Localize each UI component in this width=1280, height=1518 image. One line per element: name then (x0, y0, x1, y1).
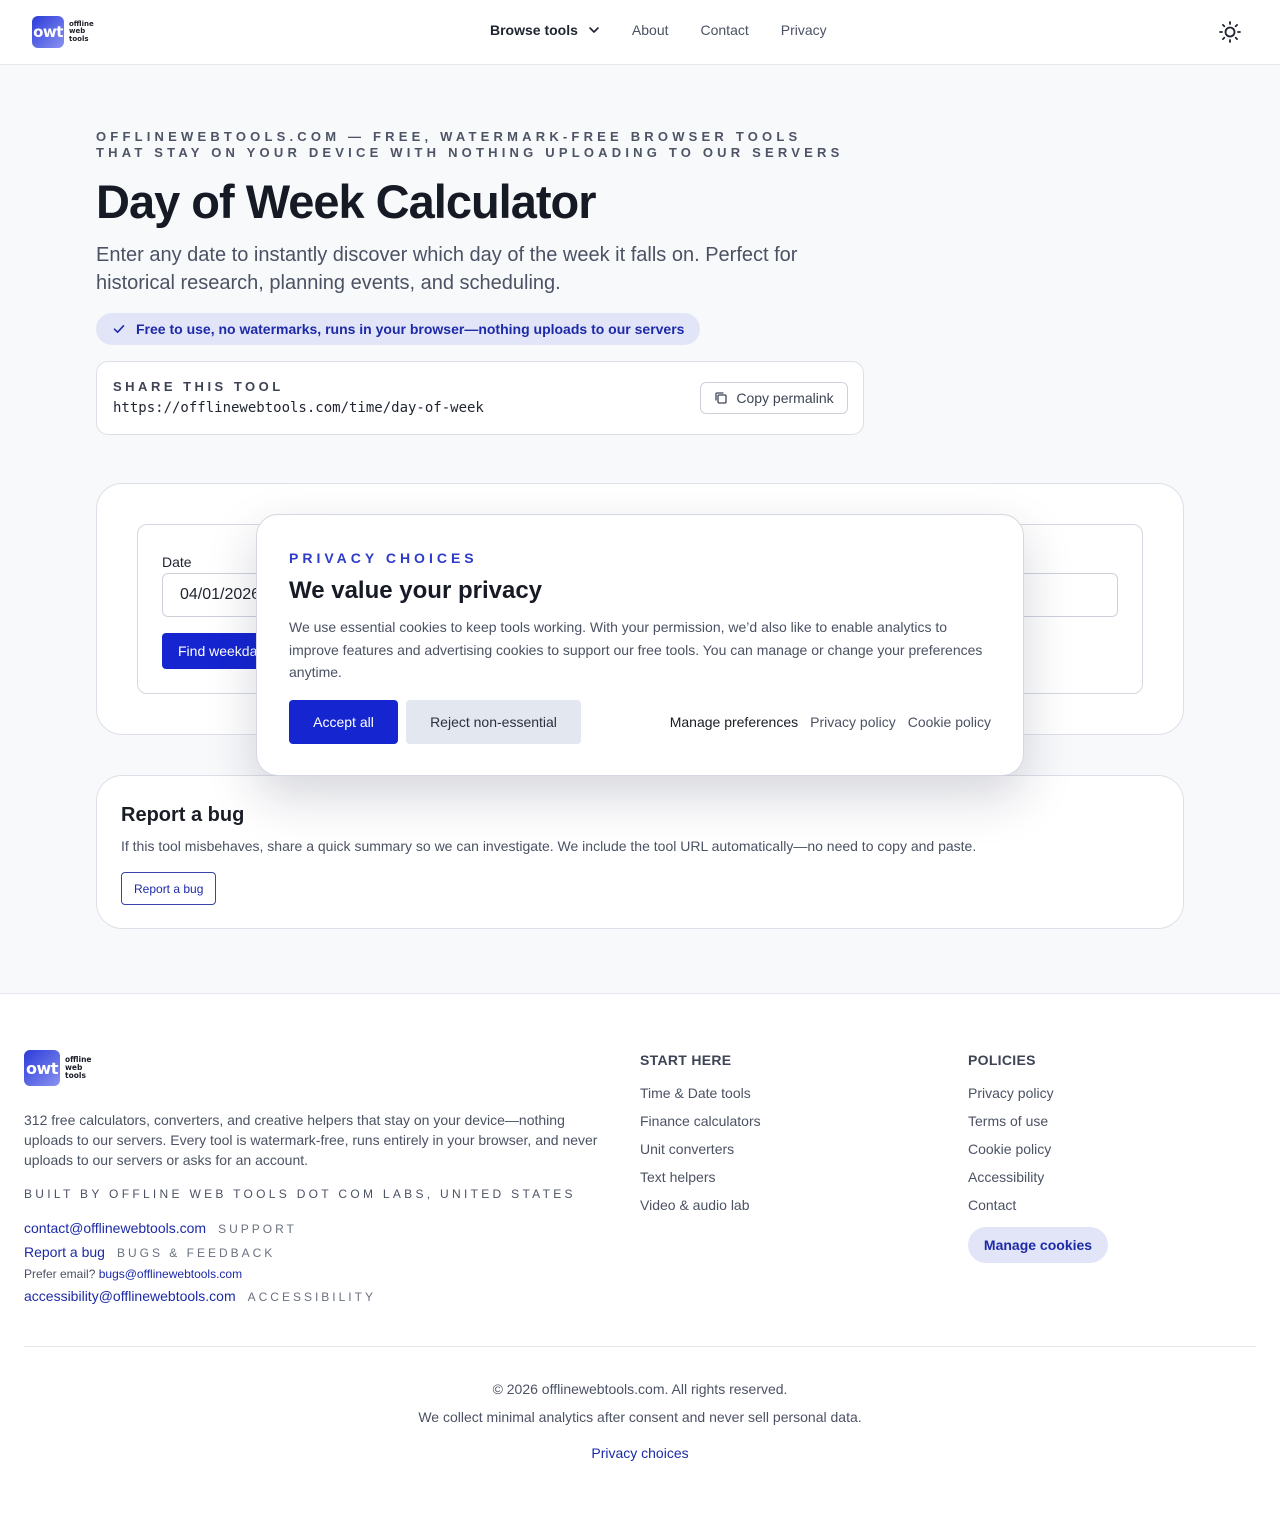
logo-wordmark: offline web tools (65, 1056, 92, 1080)
site-footer: owt offline web tools 312 free calculato… (0, 993, 1280, 1518)
nav-contact[interactable]: Contact (701, 22, 749, 38)
check-icon (113, 325, 125, 333)
footer-built-by: BUILT BY OFFLINE WEB TOOLS DOT COM LABS,… (24, 1187, 576, 1201)
report-tag: BUGS & FEEDBACK (116, 1246, 276, 1260)
manage-cookies-button[interactable]: Manage cookies (968, 1227, 1108, 1263)
footer-report-bug-link[interactable]: Report a bug (24, 1244, 105, 1260)
footer-accessibility-row: accessibility@offlinewebtools.com ACCESS… (24, 1288, 376, 1304)
prefer-email-label: Prefer email? (24, 1267, 96, 1281)
contact-tag: SUPPORT (218, 1222, 297, 1236)
logo-line: tools (69, 34, 89, 43)
report-description: If this tool misbehaves, share a quick s… (121, 838, 977, 854)
logo-line: tools (65, 1071, 86, 1080)
cookie-consent-dialog: PRIVACY CHOICES We value your privacy We… (256, 514, 1024, 776)
accessibility-email-link[interactable]: accessibility@offlinewebtools.com (24, 1288, 236, 1304)
modal-links: Manage preferences Privacy policy Cookie… (670, 714, 991, 730)
privacy-policy-link[interactable]: Privacy policy (810, 714, 896, 730)
logo-badge: owt (24, 1050, 60, 1086)
site-logo[interactable]: owt offline web tools (32, 16, 94, 48)
policies-heading: POLICIES (968, 1052, 1036, 1068)
footer-prefer-email: Prefer email? bugs@offlinewebtools.com (24, 1267, 242, 1281)
policies-list: Privacy policy Terms of use Cookie polic… (968, 1083, 1054, 1223)
theme-toggle-button[interactable] (1218, 20, 1242, 44)
analytics-note: We collect minimal analytics after conse… (418, 1409, 862, 1425)
logo-badge: owt (32, 16, 64, 48)
cookie-policy-link[interactable]: Cookie policy (908, 714, 991, 730)
footer-link[interactable]: Cookie policy (968, 1139, 1054, 1167)
report-bug-button[interactable]: Report a bug (121, 872, 217, 905)
copy-permalink-button[interactable]: Copy permalink (700, 382, 848, 414)
copyright: © 2026 offlinewebtools.com. All rights r… (492, 1381, 788, 1397)
start-here-list: Time & Date tools Finance calculators Un… (640, 1083, 761, 1223)
modal-eyebrow: PRIVACY CHOICES (289, 550, 478, 566)
report-title: Report a bug (121, 804, 245, 826)
date-label: Date (162, 554, 192, 570)
copy-permalink-label: Copy permalink (736, 390, 834, 406)
manage-preferences-link[interactable]: Manage preferences (670, 714, 798, 730)
accessibility-tag: ACCESSIBILITY (247, 1290, 376, 1304)
share-label: SHARE THIS TOOL (113, 379, 284, 394)
hero-eyebrow: OFFLINEWEBTOOLS.COM — FREE, WATERMARK-FR… (96, 129, 844, 160)
privacy-choices-link[interactable]: Privacy choices (0, 1445, 1280, 1461)
footer-description: 312 free calculators, converters, and cr… (24, 1112, 598, 1168)
report-bug-card: Report a bug If this tool misbehaves, sh… (96, 775, 1184, 929)
browse-tools-label: Browse tools (490, 22, 578, 38)
accept-all-button[interactable]: Accept all (289, 700, 398, 744)
copy-icon (715, 392, 728, 404)
footer-link[interactable]: Text helpers (640, 1167, 761, 1195)
chevron-down-icon (589, 27, 599, 33)
footer-link[interactable]: Unit converters (640, 1139, 761, 1167)
footer-link[interactable]: Contact (968, 1195, 1054, 1223)
contact-email-link[interactable]: contact@offlinewebtools.com (24, 1220, 206, 1236)
footer-link[interactable]: Privacy policy (968, 1083, 1054, 1111)
footer-link[interactable]: Time & Date tools (640, 1083, 761, 1111)
reject-non-essential-button[interactable]: Reject non-essential (406, 700, 581, 744)
logo-wordmark: offline web tools (69, 20, 94, 44)
nav-privacy[interactable]: Privacy (781, 22, 827, 38)
free-badge-text: Free to use, no watermarks, runs in your… (136, 321, 685, 337)
footer-report-row: Report a bug BUGS & FEEDBACK (24, 1244, 275, 1260)
share-url: https://offlinewebtools.com/time/day-of-… (113, 400, 484, 416)
page-title: Day of Week Calculator (96, 175, 597, 228)
sun-icon (1219, 21, 1241, 43)
site-header: owt offline web tools Browse tools About… (0, 0, 1280, 65)
footer-logo[interactable]: owt offline web tools (24, 1050, 92, 1086)
modal-body: We use essential cookies to keep tools w… (289, 619, 983, 680)
free-badge: Free to use, no watermarks, runs in your… (96, 313, 701, 345)
footer-contact-row: contact@offlinewebtools.com SUPPORT (24, 1220, 297, 1236)
browse-tools-menu[interactable]: Browse tools (490, 22, 600, 38)
main-nav: Browse tools About Contact Privacy (490, 22, 827, 38)
page-subtitle: Enter any date to instantly discover whi… (96, 244, 798, 294)
footer-divider (24, 1346, 1256, 1347)
modal-title: We value your privacy (289, 577, 543, 604)
footer-link[interactable]: Finance calculators (640, 1111, 761, 1139)
share-card: SHARE THIS TOOL https://offlinewebtools.… (96, 361, 864, 435)
footer-link[interactable]: Accessibility (968, 1167, 1054, 1195)
start-here-heading: START HERE (640, 1052, 732, 1068)
footer-link[interactable]: Video & audio lab (640, 1195, 761, 1223)
nav-about[interactable]: About (632, 22, 669, 38)
footer-link[interactable]: Terms of use (968, 1111, 1054, 1139)
bugs-email-link[interactable]: bugs@offlinewebtools.com (99, 1267, 242, 1281)
